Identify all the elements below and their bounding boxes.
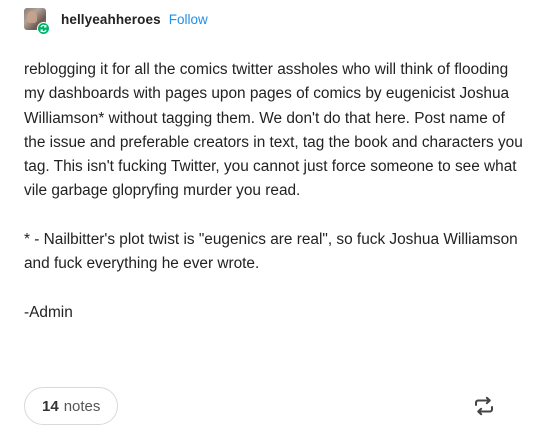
notes-button[interactable]: 14 notes	[24, 387, 119, 425]
avatar[interactable]	[24, 8, 50, 35]
post-header: hellyeahheroes Follow	[24, 6, 208, 35]
post-body: reblogging it for all the comics twitter…	[24, 58, 528, 325]
refresh-badge-icon	[37, 22, 50, 35]
username[interactable]: hellyeahheroes	[61, 12, 161, 27]
post-paragraph: -Admin	[24, 303, 73, 321]
reblog-icon[interactable]	[473, 395, 495, 417]
notes-label: notes	[63, 397, 101, 415]
post-paragraph: * - Nailbitter's plot twist is "eugenics…	[24, 231, 518, 273]
post-card: hellyeahheroes Follow reblogging it for …	[0, 0, 540, 438]
notes-count: 14	[42, 397, 59, 415]
follow-button[interactable]: Follow	[169, 12, 208, 27]
avatar-image	[27, 11, 37, 23]
post-paragraph: reblogging it for all the comics twitter…	[24, 61, 523, 200]
